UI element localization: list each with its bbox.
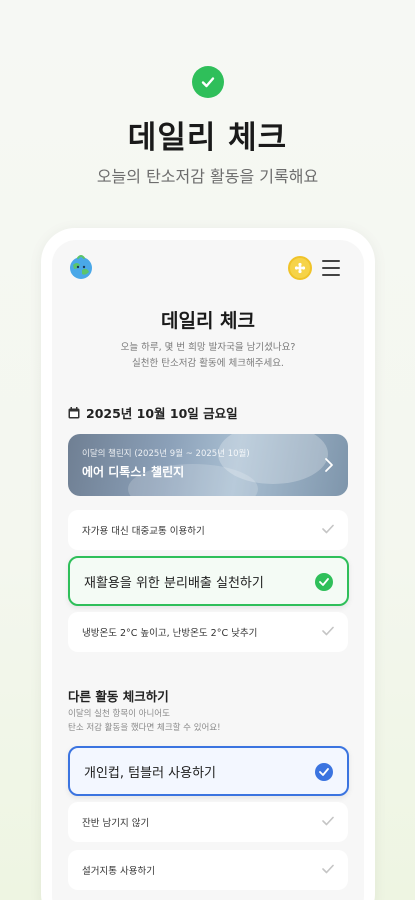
activity-label: 잔반 남기지 않기 [82,818,150,829]
check-icon [322,626,334,636]
activity-item-no-leftovers[interactable]: 잔반 남기지 않기 [68,802,348,842]
app-screen: 데일리 체크 오늘 하루, 몇 번 희망 발자국을 남기셨나요? 실천한 탄소저… [52,240,364,900]
challenge-period: 이달의 챌린지 (2025년 9월 ~ 2025년 10월) [82,449,250,459]
activity-item-temperature[interactable]: 냉방온도 2°C 높이고, 난방온도 2°C 낮추기 [68,612,348,652]
point-coin-icon[interactable] [288,256,312,280]
hero-subtitle: 오늘의 탄소저감 활동을 기록해요 [96,167,319,186]
other-desc-line1: 이달의 실천 항목이 아니어도 [68,709,170,719]
activity-item-tumbler[interactable]: 개인컵, 텀블러 사용하기 [68,746,349,796]
activity-label: 설거지통 사용하기 [82,866,155,877]
screen-desc-line1: 오늘 하루, 몇 번 희망 발자국을 남기셨나요? [120,342,296,353]
monthly-challenge-banner[interactable]: 이달의 챌린지 (2025년 9월 ~ 2025년 10월) 에어 디톡스! 챌… [68,434,348,496]
activity-item-recycling[interactable]: 재활용을 위한 분리배출 실천하기 [68,556,349,606]
activity-item-dish-basin[interactable]: 설거지통 사용하기 [68,850,348,890]
activity-item-public-transport[interactable]: 자가용 대신 대중교통 이용하기 [68,510,348,550]
other-activities-description: 이달의 실천 항목이 아니어도 탄소 저감 활동을 했다면 체크할 수 있어요! [68,707,221,735]
screen-title: 데일리 체크 [160,310,255,332]
challenge-name: 에어 디톡스! 챌린지 [82,465,185,479]
other-desc-line2: 탄소 저감 활동을 했다면 체크할 수 있어요! [68,723,221,733]
date-row: 2025년 10월 10일 금요일 [68,403,238,422]
checked-circle-icon [315,573,333,591]
chevron-right-icon [325,458,333,472]
checked-circle-icon [315,763,333,781]
earth-logo-icon[interactable] [68,254,94,280]
check-icon [322,524,334,534]
screen-description: 오늘 하루, 몇 번 희망 발자국을 남기셨나요? 실천한 탄소저감 활동에 체… [52,340,364,372]
activity-label: 자가용 대신 대중교통 이용하기 [82,526,205,537]
success-check-icon [192,66,224,98]
hero-title: 데일리 체크 [127,120,288,156]
activity-label: 냉방온도 2°C 높이고, 난방온도 2°C 낮추기 [82,628,258,639]
calendar-icon [68,406,80,418]
date-label: 2025년 10월 10일 금요일 [86,406,238,421]
check-icon [322,864,334,874]
activity-label: 개인컵, 텀블러 사용하기 [84,765,216,781]
check-icon [322,816,334,826]
other-activities-title: 다른 활동 체크하기 [68,689,169,704]
menu-icon[interactable] [322,260,340,276]
screen-desc-line2: 실천한 탄소저감 활동에 체크해주세요. [132,358,284,369]
activity-label: 재활용을 위한 분리배출 실천하기 [84,575,264,591]
